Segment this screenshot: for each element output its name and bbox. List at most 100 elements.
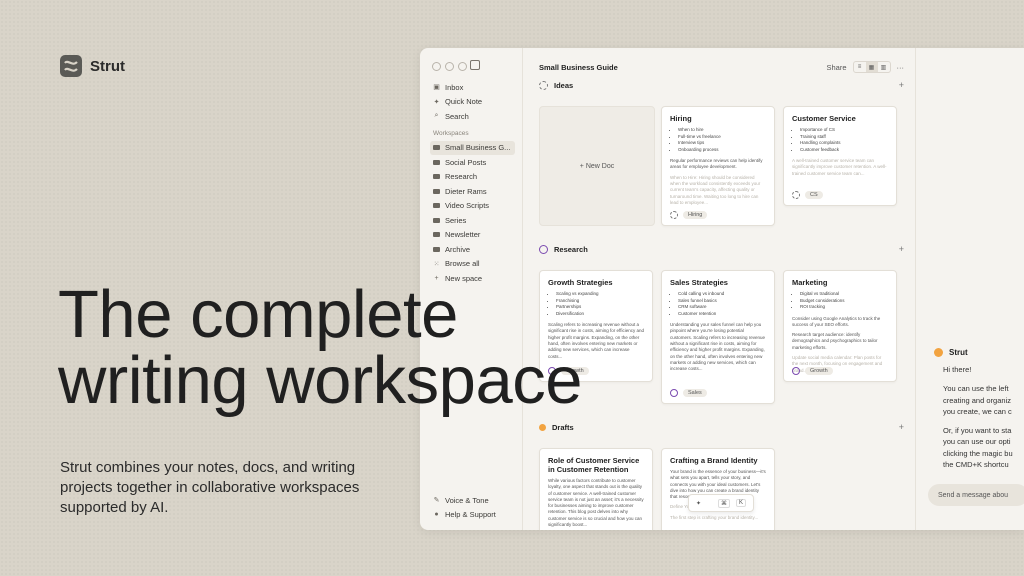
card-text: Regular performance reviews can help ide… (670, 158, 763, 170)
sidebar-item-quick-note[interactable]: ✦ Quick Note (430, 95, 515, 110)
sidebar-item-social-posts[interactable]: Social Posts (430, 155, 515, 170)
chat-line: You can use the left (943, 384, 1009, 394)
search-icon: ⌕ (434, 112, 439, 120)
close-window-icon[interactable] (432, 62, 441, 71)
tag-badge[interactable]: Sales (683, 389, 707, 397)
sidebar-item-label: Archive (445, 244, 471, 254)
folder-icon (433, 203, 440, 209)
sidebar-item-label: Inbox (445, 82, 464, 92)
card-footer: CS (792, 191, 823, 199)
share-button[interactable]: Share (826, 63, 846, 72)
tag-badge[interactable]: Growth (805, 367, 833, 375)
bullet: Customer feedback (800, 147, 888, 154)
sidebar-item-voice-tone[interactable]: ✎ Voice & Tone (430, 493, 515, 508)
doc-card-customer-retention[interactable]: Role of Customer Service in Customer Ret… (539, 448, 653, 530)
section-ideas: Ideas + (539, 78, 904, 92)
split-view-icon[interactable]: ▥ (878, 62, 890, 72)
sidebar-item-archive[interactable]: Archive (430, 242, 515, 257)
sidebar-item-label: Newsletter (445, 230, 481, 240)
add-doc-icon[interactable]: + (899, 422, 904, 432)
brand: Strut (60, 55, 125, 77)
sidebar-item-label: Voice & Tone (445, 495, 489, 505)
sparkle-icon: ✦ (433, 98, 440, 106)
magic-sparkle-icon[interactable]: ✦ (696, 500, 701, 507)
view-toggle[interactable]: ≡ ▦ ▥ (852, 61, 891, 73)
card-title: Marketing (792, 278, 828, 287)
sidebar-bottom-nav: ✎ Voice & Tone ● Help & Support (430, 493, 515, 522)
sidebar-item-label: Series (445, 215, 467, 225)
sidebar-item-search[interactable]: ⌕ Search (430, 109, 515, 124)
add-doc-icon[interactable]: + (899, 244, 904, 254)
header-actions: Share ≡ ▦ ▥ ··· (826, 61, 904, 73)
status-icon (792, 367, 800, 375)
status-icon (792, 191, 800, 199)
drafts-status-icon (539, 423, 546, 431)
section-label: Drafts (552, 422, 574, 432)
sidebar-item-dieter-rams[interactable]: Dieter Rams (430, 184, 515, 199)
research-status-icon (539, 244, 548, 254)
sidebar-item-newsletter[interactable]: Newsletter (430, 228, 515, 243)
new-doc-button[interactable]: + New Doc (539, 106, 655, 226)
strut-logo-icon (60, 55, 82, 77)
sidebar-item-research[interactable]: Research (430, 170, 515, 185)
folder-icon (433, 246, 440, 252)
hero-subtitle: Strut combines your notes, docs, and wri… (60, 459, 360, 516)
add-doc-icon[interactable]: + (899, 80, 904, 90)
doc-card-brand-identity[interactable]: Crafting a Brand Identity Your brand is … (661, 448, 775, 530)
window-controls[interactable] (432, 62, 467, 71)
sidebar-item-label: Video Scripts (445, 201, 490, 211)
list-view-icon[interactable]: ≡ (854, 62, 866, 72)
main-header: Small Business Guide Share ≡ ▦ ▥ ··· (539, 60, 904, 74)
sidebar-item-video-scripts[interactable]: Video Scripts (430, 199, 515, 214)
card-title: Hiring (670, 114, 692, 123)
chat-message: Hi there! You can use the left creating … (943, 364, 1024, 470)
card-footer: Hiring (670, 211, 708, 219)
chat-sender: Strut (934, 348, 968, 357)
more-options-button[interactable]: ··· (897, 63, 905, 72)
folder-icon (433, 232, 440, 238)
toggle-sidebar-icon[interactable] (470, 60, 480, 70)
card-text: A well-trained customer service team can… (792, 158, 887, 176)
status-icon (670, 389, 678, 397)
maximize-window-icon[interactable] (458, 62, 467, 71)
chat-message-input[interactable]: Send a message abou (928, 484, 1024, 506)
grid-icon: ⁙ (433, 260, 440, 268)
sidebar-item-label: Quick Note (445, 97, 483, 107)
folder-icon (433, 188, 440, 194)
help-icon: ● (434, 511, 439, 519)
tag-badge[interactable]: CS (805, 191, 823, 199)
sidebar-item-inbox[interactable]: ▣ Inbox (430, 80, 515, 95)
sidebar-item-help-support[interactable]: ● Help & Support (430, 508, 515, 523)
chat-line: the CMD+K shortcu (943, 459, 1009, 469)
doc-card-hiring[interactable]: Hiring When to hire Full-time vs freelan… (661, 106, 775, 226)
ai-command-bar[interactable]: ✦ ⌘ K (688, 494, 754, 512)
sidebar-item-label: Browse all (445, 259, 480, 269)
chat-line: you can use our opti (943, 437, 1011, 447)
ai-chat-panel: Strut Hi there! You can use the left cre… (915, 48, 1024, 530)
section-research: Research + (539, 242, 904, 256)
status-icon (670, 211, 678, 219)
bullet: Onboarding process (678, 147, 766, 154)
minimize-window-icon[interactable] (445, 62, 454, 71)
card-text: The first step is crafting your brand id… (670, 514, 759, 520)
sidebar-item-small-business-guide[interactable]: Small Business G... (430, 140, 515, 155)
sidebar-item-label: Social Posts (445, 157, 487, 167)
section-label: Ideas (554, 80, 574, 90)
doc-card-marketing[interactable]: Marketing Digital vs traditional Budget … (783, 270, 897, 382)
board-view-icon[interactable]: ▦ (865, 62, 878, 72)
page-title: Small Business Guide (539, 62, 618, 72)
chat-line: creating and organiz (943, 395, 1011, 405)
doc-card-customer-service[interactable]: Customer Service Importance of CS Traini… (783, 106, 897, 206)
sidebar-item-series[interactable]: Series (430, 213, 515, 228)
k-key: K (735, 499, 746, 507)
sidebar-item-browse-all[interactable]: ⁙ Browse all (430, 257, 515, 272)
sidebar-item-label: Help & Support (445, 510, 496, 520)
chat-line: clicking the magic bu (943, 448, 1013, 458)
workspaces-heading: Workspaces (433, 129, 469, 137)
tag-badge[interactable]: Hiring (683, 211, 708, 219)
headline-line: writing workspace (58, 343, 582, 418)
cmd-key: ⌘ (717, 498, 730, 508)
ideas-status-icon (539, 80, 548, 90)
doc-card-sales-strategies[interactable]: Sales Strategies Cold calling vs inbound… (661, 270, 775, 404)
brand-name: Strut (90, 57, 125, 75)
